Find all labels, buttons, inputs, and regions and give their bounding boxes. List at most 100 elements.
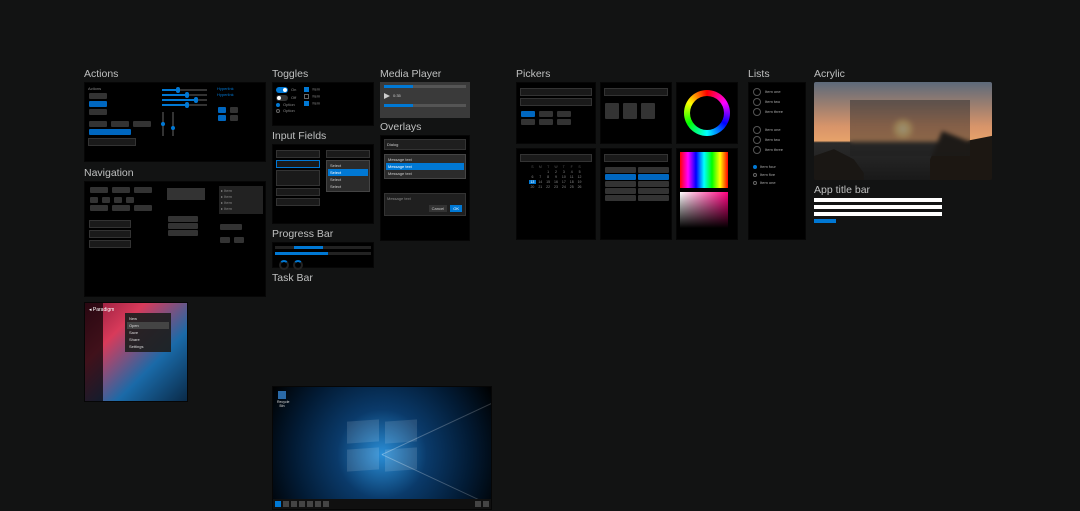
nav-icon-4[interactable]	[126, 197, 134, 203]
cal-d[interactable]: 16	[553, 180, 560, 184]
loop-m-1[interactable]	[638, 167, 669, 173]
date-spinner-2[interactable]	[539, 111, 553, 117]
cal-d[interactable]	[529, 170, 536, 174]
flyout-opt-2[interactable]: Message text	[386, 163, 464, 170]
textbox-3[interactable]	[276, 188, 320, 196]
cal-d[interactable]: 19	[576, 180, 583, 184]
check-on[interactable]	[304, 87, 309, 92]
action-dropdown[interactable]	[88, 138, 136, 146]
taskbar[interactable]	[273, 499, 491, 509]
cal-d[interactable]: 17	[560, 180, 567, 184]
titlebar-3[interactable]	[814, 212, 942, 216]
menu-item-3[interactable]	[168, 230, 198, 236]
date-spinner-5[interactable]	[539, 119, 553, 125]
list-item[interactable]: Item one	[753, 125, 801, 135]
flyout-menu-item-0[interactable]: New	[127, 315, 169, 322]
taskbar-search-icon[interactable]	[283, 501, 289, 507]
combo-opt-3[interactable]: Select	[328, 176, 368, 183]
radio-on[interactable]	[276, 103, 280, 107]
check-mixed[interactable]	[304, 101, 309, 106]
textbox-4[interactable]	[276, 198, 320, 206]
cal-d[interactable]: 21	[537, 185, 544, 189]
slider-3[interactable]	[162, 99, 207, 101]
dialog-ok[interactable]: OK	[450, 205, 462, 212]
slider-vertical-1[interactable]	[162, 112, 164, 136]
start-button[interactable]	[275, 501, 281, 507]
cal-d[interactable]: 10	[560, 175, 567, 179]
tray-icon[interactable]	[475, 501, 481, 507]
nav-split-2[interactable]	[89, 230, 131, 238]
cal-d[interactable]: 15	[545, 180, 552, 184]
nav-pill-2[interactable]	[112, 187, 130, 193]
design-canvas[interactable]: Actions Toggles Media Player Overlays In…	[0, 0, 1080, 511]
menu-item-1[interactable]	[168, 216, 198, 222]
button-c[interactable]	[133, 121, 151, 127]
flyout-menu-item-3[interactable]: Share	[127, 336, 169, 343]
loop-h-sel[interactable]	[605, 174, 636, 180]
loop-h-3[interactable]	[605, 188, 636, 194]
loop-m-2[interactable]	[638, 181, 669, 187]
date-spinner-1[interactable]	[521, 111, 535, 117]
flyout-opt-3[interactable]: Message text	[386, 170, 464, 177]
cal-d[interactable]: 3	[560, 170, 567, 174]
time-input[interactable]	[604, 88, 668, 96]
cal-d[interactable]: 4	[568, 170, 575, 174]
list-item[interactable]: Item five	[753, 171, 801, 179]
cal-d[interactable]: 8	[545, 175, 552, 179]
loop-h-2[interactable]	[605, 181, 636, 187]
slider-4[interactable]	[162, 104, 207, 106]
time-loop-input[interactable]	[604, 154, 668, 162]
nav-icon-2[interactable]	[102, 197, 110, 203]
loop-h-4[interactable]	[605, 195, 636, 201]
cal-d[interactable]: 12	[576, 175, 583, 179]
cal-month-select[interactable]	[520, 154, 592, 162]
list-item[interactable]: Item one	[753, 87, 801, 97]
button-a[interactable]	[89, 121, 107, 127]
menu-item-2[interactable]	[168, 223, 198, 229]
loop-m-3[interactable]	[638, 188, 669, 194]
dialog-cancel[interactable]: Cancel	[429, 205, 447, 212]
nav-chip-2[interactable]	[220, 237, 230, 243]
flyout-menu-item-2[interactable]: Save	[127, 329, 169, 336]
loop-h-1[interactable]	[605, 167, 636, 173]
panel-desktop[interactable]: Recycle Bin	[272, 386, 492, 510]
radio-off[interactable]	[276, 109, 280, 113]
time-col-2[interactable]	[623, 103, 637, 119]
button-b[interactable]	[111, 121, 129, 127]
taskbar-app-2[interactable]	[307, 501, 313, 507]
cal-d[interactable]: 26	[576, 185, 583, 189]
nav-chip-3[interactable]	[234, 237, 244, 243]
cal-d-selected[interactable]: 13	[529, 180, 536, 184]
cal-d[interactable]: 20	[529, 185, 536, 189]
nav-tab-1[interactable]	[90, 205, 108, 211]
list-item[interactable]: Item four	[753, 163, 801, 171]
taskbar-app-4[interactable]	[323, 501, 329, 507]
textbox-focus[interactable]	[276, 160, 320, 168]
icon-button-1[interactable]	[218, 107, 226, 113]
slider-vertical-2[interactable]	[172, 112, 174, 136]
icon-button-2[interactable]	[230, 107, 238, 113]
taskbar-app-1[interactable]	[299, 501, 305, 507]
nav-tab-3[interactable]	[134, 205, 152, 211]
flyout-menu-overlay[interactable]: Message text Message text Message text	[384, 154, 466, 179]
cal-d[interactable]: 2	[553, 170, 560, 174]
list-item[interactable]: Item two	[753, 97, 801, 107]
titlebar-2[interactable]	[814, 205, 942, 209]
cal-d[interactable]: 24	[560, 185, 567, 189]
button-accent[interactable]	[89, 101, 107, 107]
nav-icon-3[interactable]	[114, 197, 122, 203]
date-spinner-4[interactable]	[521, 119, 535, 125]
date-spinner-3[interactable]	[557, 111, 571, 117]
toggle-off[interactable]	[276, 95, 288, 101]
cal-d[interactable]	[537, 170, 544, 174]
cal-d[interactable]: 18	[568, 180, 575, 184]
date-input-2[interactable]	[520, 98, 592, 106]
cal-d[interactable]: 25	[568, 185, 575, 189]
hyperlink-2[interactable]: Hyperlink	[217, 92, 262, 98]
recycle-bin-icon[interactable]: Recycle Bin	[277, 391, 287, 408]
nav-chip-1[interactable]	[220, 224, 242, 230]
combo-opt-2[interactable]: Select	[328, 169, 368, 176]
nav-pill-3[interactable]	[134, 187, 152, 193]
cal-d[interactable]: 22	[545, 185, 552, 189]
cal-d[interactable]: 6	[529, 175, 536, 179]
